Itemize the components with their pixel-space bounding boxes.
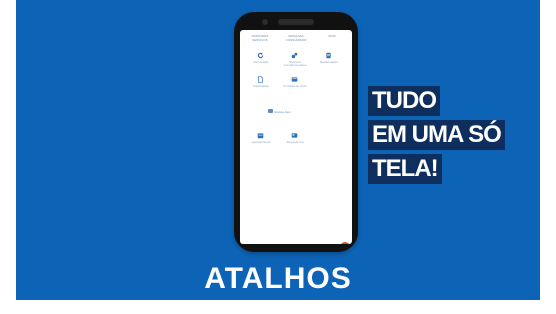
gear-link-icon[interactable]	[291, 52, 298, 59]
tagline-line-2: EM UMA SÓ	[368, 120, 505, 150]
card-label: Segunda Via	[286, 140, 304, 144]
file-icon[interactable]	[257, 76, 264, 83]
document-icon[interactable]	[325, 52, 332, 59]
tagline-line-3: TELA!	[368, 154, 442, 184]
refresh-icon[interactable]	[257, 52, 264, 59]
speaker-grille	[278, 19, 314, 25]
wifi-label: Consulta de Wi-Fi	[283, 84, 307, 88]
calendar-icon[interactable]	[257, 132, 264, 139]
refresh-label: Renovação	[253, 60, 269, 64]
center-link[interactable]: Acesse Aqui	[274, 110, 291, 114]
wifi-icon[interactable]	[291, 76, 298, 83]
headline: ATALHOS	[204, 262, 352, 295]
tab-pesquisa-consumidor[interactable]: PESQUISA CONSUMIDOR	[282, 34, 310, 42]
screen-tabs: PRINCIPAIS SERVIÇOS PESQUISA CONSUMIDOR …	[240, 30, 352, 42]
tab-principais-servicos[interactable]: PRINCIPAIS SERVIÇOS	[246, 34, 274, 42]
tab-mais[interactable]: MAIS	[318, 34, 346, 42]
camera-icon	[262, 19, 268, 25]
gear-link-label: Serviços Complementares	[283, 60, 307, 67]
phone-mockup: PRINCIPAIS SERVIÇOS PESQUISA CONSUMIDOR …	[234, 12, 358, 252]
file-label: Solicitações	[252, 84, 269, 88]
card-icon[interactable]	[291, 132, 298, 139]
link-icon	[268, 109, 273, 113]
phone-screen: PRINCIPAIS SERVIÇOS PESQUISA CONSUMIDOR …	[240, 30, 352, 244]
tagline-line-1: TUDO	[368, 86, 440, 116]
floating-action-button[interactable]	[340, 242, 350, 244]
calendar-label: Agendamento	[251, 140, 271, 144]
document-label: Reclamações	[319, 60, 339, 64]
promo-banner: PRINCIPAIS SERVIÇOS PESQUISA CONSUMIDOR …	[16, 0, 540, 300]
